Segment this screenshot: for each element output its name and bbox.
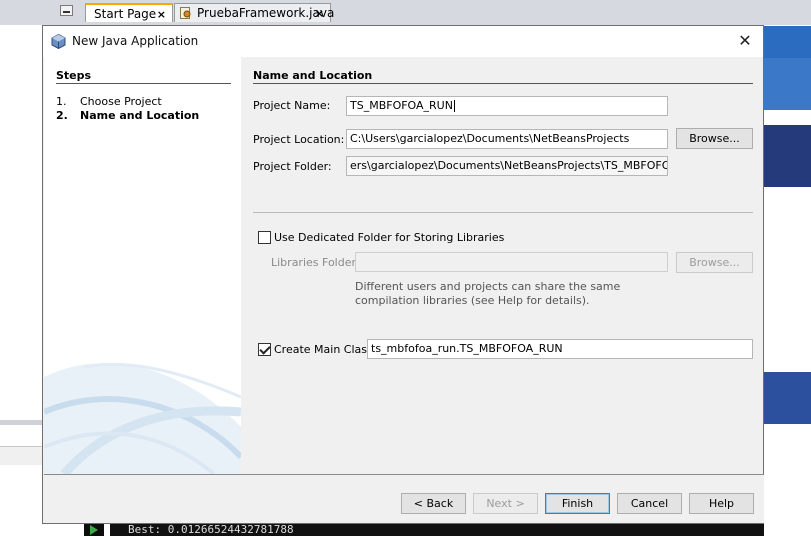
new-java-application-dialog: New Java Application ✕ Steps 1. Choose Pr… [42,25,764,524]
project-name-value: TS_MBFOFOA_RUN [350,99,453,112]
next-button[interactable]: Next > [473,493,538,514]
libraries-help-text: Different users and projects can share t… [355,280,621,307]
dialog-title: New Java Application [72,34,199,48]
project-name-input[interactable]: TS_MBFOFOA_RUN [346,96,668,116]
dedicated-folder-label: Use Dedicated Folder for Storing Librari… [274,231,505,244]
steps-divider [56,83,231,84]
close-tab-icon[interactable]: × [157,6,166,24]
project-name-label: Project Name: [253,99,331,112]
background-panel [764,125,811,187]
netbeans-cube-icon [51,34,66,49]
steps-panel: Steps 1. Choose Project 2. Name and Locati… [44,57,241,474]
help-button[interactable]: Help [689,493,754,514]
cancel-button[interactable]: Cancel [617,493,682,514]
text-caret [453,100,455,112]
tab-start-page[interactable]: Start Page × [85,3,173,22]
separator [253,212,753,213]
create-main-class-checkbox[interactable] [258,343,271,356]
libraries-folder-label: Libraries Folder: [271,256,360,269]
background-panel [0,420,42,425]
dialog-footer: < Back Next > Finish Cancel Help [44,475,764,523]
section-title: Name and Location [253,69,373,82]
dedicated-folder-checkbox[interactable] [258,231,271,244]
minimize-window-icon[interactable] [60,5,73,16]
background-panel [764,58,811,110]
project-location-input[interactable]: C:\Users\garcialopez\Documents\NetBeansP… [346,129,668,149]
tab-pruebaframework-java[interactable]: PruebaFramework.java × [174,3,335,23]
step-number: 1. [56,95,67,108]
create-main-class-label: Create Main Class [274,343,373,356]
back-button[interactable]: < Back [401,493,466,514]
step-number: 2. [56,109,68,122]
project-location-label: Project Location: [253,133,345,146]
background-panel [764,26,811,58]
dialog-titlebar: New Java Application ✕ [43,26,763,57]
output-console-line: Best: 0.01266524432781788 [110,524,764,536]
close-dialog-button[interactable]: ✕ [735,31,755,51]
decorative-swoosh-graphic [44,362,241,474]
step-label: Name and Location [80,109,200,122]
step-label: Choose Project [80,95,162,108]
close-tab-icon[interactable]: × [315,5,324,23]
steps-heading: Steps [56,69,92,82]
background-panel [764,372,811,424]
finish-button[interactable]: Finish [545,493,610,514]
tab-label: PruebaFramework.java [197,6,335,20]
project-folder-field: ers\garcialopez\Documents\NetBeansProjec… [346,156,668,176]
browse-location-button[interactable]: Browse... [676,128,753,149]
name-and-location-panel: Name and Location Project Name: TS_MBFOF… [242,57,763,474]
libraries-folder-input[interactable] [355,252,668,272]
project-folder-label: Project Folder: [253,160,332,173]
run-output-icon[interactable] [84,524,104,536]
browse-libraries-button[interactable]: Browse... [676,252,753,273]
step-choose-project: 1. Choose Project [56,95,162,108]
tab-label: Start Page [94,7,157,21]
step-name-and-location: 2. Name and Location [56,109,199,122]
main-class-input[interactable]: ts_mbfofoa_run.TS_MBFOFOA_RUN [367,339,753,359]
editor-tab-bar: Start Page × PruebaFramework.java × [0,0,811,25]
section-divider [253,83,753,84]
background-field [0,446,42,465]
java-file-icon [180,7,191,19]
